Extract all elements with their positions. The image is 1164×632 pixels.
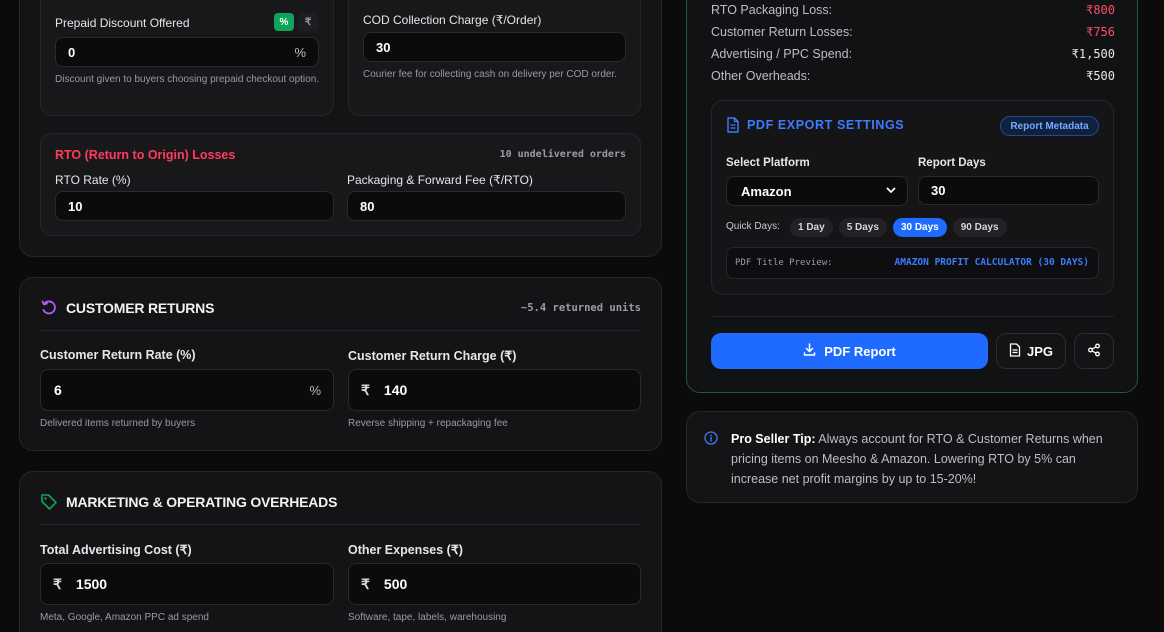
return-rate-value: 6 [54,382,62,398]
quick-days-label: Quick Days: [726,221,780,232]
platform-label: Select Platform [726,157,810,169]
return-rate-suffix: % [309,382,321,398]
report-metadata-badge: Report Metadata [1000,116,1099,136]
other-expenses-help: Software, tape, labels, warehousing [348,612,507,623]
quick-day-chip-5[interactable]: 5 Days [838,218,887,237]
return-rate-help: Delivered items returned by buyers [40,418,196,429]
loss-label: RTO Packaging Loss: [711,3,833,17]
discount-type-toggle: % ₹ [274,13,318,31]
report-days-value: 30 [931,183,946,198]
percent-suffix: % [294,44,306,60]
return-charge-help: Reverse shipping + repackaging fee [348,418,508,429]
return-arrow-icon [40,299,58,317]
returns-divider [40,330,641,331]
loss-row-other-overheads: Other Overheads: ₹500 [711,69,1115,83]
quick-day-chip-90[interactable]: 90 Days [952,218,1007,237]
tip-title: Pro Seller Tip: [731,432,816,446]
other-expenses-value: 500 [383,576,408,592]
other-expenses-label: Other Expenses (₹) [348,543,463,557]
rto-rate-input[interactable]: 10 [55,191,334,221]
quick-day-chip-30[interactable]: 30 Days [892,218,947,237]
marketing-overheads-title: MARKETING & OPERATING OVERHEADS [66,494,338,510]
quick-day-chip-1[interactable]: 1 Day [790,218,833,237]
advertising-cost-label: Total Advertising Cost (₹) [40,543,192,557]
rupee-prefix: ₹ [361,381,370,398]
info-icon [704,431,718,445]
other-expenses-input[interactable]: ₹ 500 [348,563,641,605]
percent-toggle-button[interactable]: % [274,13,294,31]
share-icon [1087,343,1101,360]
marketing-divider [40,524,641,525]
document-icon [726,117,740,133]
rupee-prefix: ₹ [361,575,370,592]
rto-fee-label: Packaging & Forward Fee (₹/RTO) [347,173,533,187]
prepaid-discount-label: Prepaid Discount Offered [55,16,190,30]
report-days-label: Report Days [918,157,986,169]
loss-row-advertising: Advertising / PPC Spend: ₹1,500 [711,47,1115,61]
return-charge-value: 140 [383,382,408,398]
cod-charge-help: Courier fee for collecting cash on deliv… [363,69,618,80]
rto-rate-label: RTO Rate (%) [55,173,131,187]
share-button[interactable] [1074,333,1114,369]
return-rate-label: Customer Return Rate (%) [40,348,196,362]
return-charge-label: Customer Return Charge (₹) [348,349,517,363]
pdf-export-title: PDF EXPORT SETTINGS [747,118,905,132]
jpg-label: JPG [1026,343,1053,359]
customer-returns-title: CUSTOMER RETURNS [66,300,215,316]
download-icon [803,343,816,359]
loss-value: ₹800 [1086,3,1115,17]
cod-charge-input[interactable]: 30 [363,32,626,62]
rto-fee-value: 80 [360,198,375,214]
quick-days-group: 1 Day 5 Days 30 Days 90 Days [790,218,1007,237]
report-days-input[interactable]: 30 [918,176,1099,205]
prepaid-discount-value: 0 [68,44,76,60]
advertising-cost-input[interactable]: ₹ 1500 [40,563,334,605]
rto-losses-title: RTO (Return to Origin) Losses [55,148,236,162]
loss-row-customer-returns: Customer Return Losses: ₹756 [711,25,1115,39]
rto-fee-input[interactable]: 80 [347,191,626,221]
pdf-title-preview-value: AMAZON PROFIT CALCULATOR (30 DAYS) [894,257,1089,268]
loss-value: ₹756 [1086,25,1115,39]
file-icon [1009,342,1021,360]
return-rate-input[interactable]: 6 % [40,369,334,411]
advertising-cost-help: Meta, Google, Amazon PPC ad spend [40,612,209,623]
platform-value: Amazon [741,183,792,199]
actions-divider [711,316,1114,317]
loss-value: ₹500 [1086,69,1115,83]
rupee-prefix: ₹ [53,575,62,592]
loss-label: Advertising / PPC Spend: [711,47,853,61]
platform-select[interactable]: Amazon [726,176,908,206]
pdf-report-label: PDF Report [824,343,896,359]
jpg-export-button[interactable]: JPG [996,333,1066,369]
tag-icon [40,493,58,511]
rto-undelivered-count: 10 undelivered orders [499,149,626,160]
pdf-report-button[interactable]: PDF Report [711,333,988,369]
cod-charge-value: 30 [376,39,391,55]
loss-row-rto-packaging: RTO Packaging Loss: ₹800 [711,3,1115,17]
loss-label: Customer Return Losses: [711,25,853,39]
rto-rate-value: 10 [68,198,83,214]
prepaid-discount-input[interactable]: 0 % [55,37,319,67]
return-charge-input[interactable]: ₹ 140 [348,369,641,411]
pdf-title-preview-label: PDF Title Preview: [735,258,833,268]
loss-value: ₹1,500 [1071,47,1115,61]
pro-seller-tip-text: Pro Seller Tip: Always account for RTO &… [731,429,1116,489]
loss-label: Other Overheads: [711,69,811,83]
advertising-cost-value: 1500 [75,576,108,592]
chevron-down-icon [885,184,897,199]
cod-charge-label: COD Collection Charge (₹/Order) [363,13,542,27]
prepaid-discount-help: Discount given to buyers choosing prepai… [55,74,320,85]
returned-units-count: ~5.4 returned units [520,302,641,314]
rupee-toggle-button[interactable]: ₹ [298,13,318,31]
